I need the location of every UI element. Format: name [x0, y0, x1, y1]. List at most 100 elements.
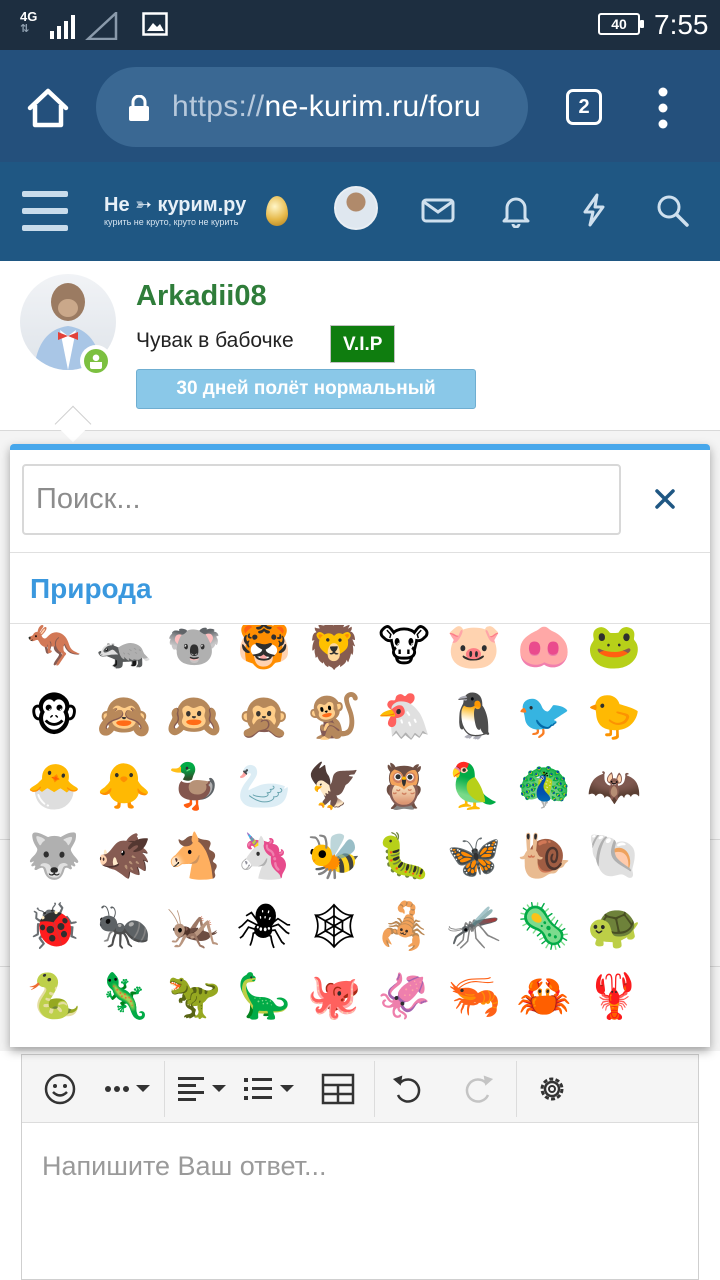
emoji-item[interactable]: 🐺 — [26, 829, 82, 885]
list-icon[interactable] — [242, 1069, 298, 1109]
editor-placeholder[interactable]: Напишите Ваш ответ... — [42, 1151, 327, 1182]
emoji-item[interactable]: 🐸 — [586, 625, 642, 675]
emoji-item[interactable]: 🦗 — [166, 899, 222, 955]
emoji-item[interactable]: 🐵 — [26, 689, 82, 745]
emoji-item[interactable]: 🦄 — [236, 829, 292, 885]
emoji-search-input[interactable] — [22, 464, 621, 535]
search-icon[interactable] — [654, 192, 690, 228]
user-banner: 30 дней полёт нормальный — [136, 369, 476, 409]
tab-switcher-button[interactable]: 2 — [566, 89, 602, 125]
clock: 7:55 — [654, 9, 709, 40]
network-indicator: 4G ⇅ — [20, 9, 38, 35]
emoji-item[interactable]: 🦇 — [586, 759, 642, 815]
emoji-icon[interactable] — [40, 1069, 80, 1109]
emoji-item[interactable]: 🦆 — [166, 759, 222, 815]
site-header: Не ➳ курим.ру курить не круто, круто не … — [0, 162, 720, 261]
emoji-item[interactable]: 🦑 — [376, 969, 432, 1025]
url-text: https://ne-kurim.ru/foru — [172, 90, 481, 123]
more-options-icon[interactable] — [102, 1069, 158, 1109]
emoji-grid: 🦘 🦡 🐨 🐯 🦁 🐮 🐷 🐽 🐸 🐵 🙈 🙉 🙊 🐒 🐔 🐧 🐦 🐤 🐣 🐥 🦆 🦢 🦅 🦉 🦜 🦚 🦇 🐺 🐗 🐴 🦄 🐝 🐛 🦋 🐌 🐚 🐞 🐜 🦗 🕷… — [10, 625, 710, 1047]
home-icon[interactable] — [24, 84, 72, 132]
status-bar: 4G ⇅ 40 7:55 — [0, 0, 720, 50]
emoji-item[interactable]: 🐢 — [586, 899, 642, 955]
image-notification-icon — [142, 12, 168, 36]
emoji-item[interactable]: 🦉 — [376, 759, 432, 815]
emoji-item[interactable]: 🐔 — [376, 689, 432, 745]
lightning-icon[interactable] — [576, 192, 612, 228]
emoji-picker: Природа 🦘 🦡 🐨 🐯 🦁 🐮 🐷 🐽 🐸 🐵🙈🙉🙊🐒🐔🐧🐦🐤 🐣🐥🦆🦢🦅🦉🦜🦚🦇 🐺🐗🐴🦄🐝… — [10, 444, 710, 1047]
hamburger-menu-icon[interactable] — [22, 191, 68, 231]
emoji-category-header: Природа — [10, 554, 710, 624]
emoji-item[interactable]: 🐍 — [26, 969, 82, 1025]
emoji-item[interactable]: 🦋 — [446, 829, 502, 885]
emoji-item[interactable]: 🐯 — [236, 625, 292, 675]
emoji-item[interactable]: 🦞 — [586, 969, 642, 1025]
emoji-item[interactable]: 🐥 — [96, 759, 152, 815]
vip-badge: V.I.P — [330, 325, 396, 363]
logo-egg-icon — [266, 196, 288, 226]
address-bar[interactable]: https://ne-kurim.ru/foru — [96, 67, 528, 147]
site-logo[interactable]: Не ➳ курим.ру курить не круто, круто не … — [104, 194, 290, 234]
signal-icon — [50, 12, 118, 40]
emoji-item[interactable]: 🐛 — [376, 829, 432, 885]
emoji-item[interactable]: 🐷 — [446, 625, 502, 675]
emoji-item[interactable]: 🐣 — [26, 759, 82, 815]
emoji-item[interactable]: 🦟 — [446, 899, 502, 955]
redo-icon[interactable] — [458, 1069, 498, 1109]
emoji-item[interactable]: 🐧 — [446, 689, 502, 745]
emoji-item[interactable]: 🦎 — [96, 969, 152, 1025]
battery-icon: 40 — [598, 13, 644, 35]
emoji-item[interactable]: 🐤 — [586, 689, 642, 745]
lock-icon — [129, 95, 149, 121]
reply-editor: Напишите Ваш ответ... — [21, 1054, 699, 1280]
emoji-item[interactable]: 🕷 — [236, 899, 292, 955]
align-icon[interactable] — [176, 1069, 232, 1109]
emoji-item[interactable]: 🦘 — [26, 625, 82, 675]
table-icon[interactable] — [318, 1069, 358, 1109]
bell-icon[interactable] — [498, 192, 534, 228]
emoji-search-row — [10, 450, 710, 553]
emoji-item[interactable]: 🐗 — [96, 829, 152, 885]
emoji-item[interactable]: 🕸 — [306, 899, 362, 955]
emoji-item[interactable]: 🦢 — [236, 759, 292, 815]
browser-toolbar: https://ne-kurim.ru/foru 2 — [0, 50, 720, 162]
emoji-item[interactable]: 🦂 — [376, 899, 432, 955]
emoji-item[interactable]: 🐜 — [96, 899, 152, 955]
settings-icon[interactable] — [530, 1069, 574, 1109]
emoji-item[interactable]: 🦚 — [516, 759, 572, 815]
user-profile-card: Arkadii08 Чувак в бабочке V.I.P 30 дней … — [0, 261, 720, 431]
emoji-item[interactable]: 🦠 — [516, 899, 572, 955]
username[interactable]: Arkadii08 — [136, 279, 267, 313]
emoji-item[interactable]: 🐴 — [166, 829, 222, 885]
emoji-item[interactable]: 🙈 — [96, 689, 152, 745]
emoji-item[interactable]: 🦡 — [96, 625, 152, 675]
editor-toolbar — [22, 1055, 698, 1123]
emoji-item[interactable]: 🙊 — [236, 689, 292, 745]
undo-icon[interactable] — [388, 1069, 428, 1109]
emoji-item[interactable]: 🐞 — [26, 899, 82, 955]
emoji-item[interactable]: 🦐 — [446, 969, 502, 1025]
online-status-icon — [80, 345, 112, 377]
emoji-item[interactable]: 🐽 — [516, 625, 572, 675]
emoji-item[interactable]: 🐚 — [586, 829, 642, 885]
emoji-item[interactable]: 🐮 — [376, 625, 432, 675]
emoji-item[interactable]: 🦅 — [306, 759, 362, 815]
more-menu-icon[interactable] — [650, 86, 676, 130]
emoji-item[interactable]: 🦖 — [166, 969, 222, 1025]
header-avatar[interactable] — [334, 186, 378, 230]
emoji-item[interactable]: 🐝 — [306, 829, 362, 885]
emoji-item[interactable]: 🙉 — [166, 689, 222, 745]
emoji-item[interactable]: 🐒 — [306, 689, 362, 745]
emoji-item[interactable]: 🦁 — [306, 625, 362, 675]
emoji-item[interactable]: 🦜 — [446, 759, 502, 815]
emoji-item[interactable]: 🦀 — [516, 969, 572, 1025]
emoji-item[interactable]: 🐙 — [306, 969, 362, 1025]
close-icon[interactable] — [650, 484, 680, 514]
user-title: Чувак в бабочке — [136, 329, 294, 352]
emoji-item[interactable]: 🐌 — [516, 829, 572, 885]
emoji-item[interactable]: 🦕 — [236, 969, 292, 1025]
emoji-item[interactable]: 🐨 — [166, 625, 222, 675]
messages-icon[interactable] — [420, 192, 456, 228]
emoji-item[interactable]: 🐦 — [516, 689, 572, 745]
category-title: Природа — [30, 573, 152, 604]
